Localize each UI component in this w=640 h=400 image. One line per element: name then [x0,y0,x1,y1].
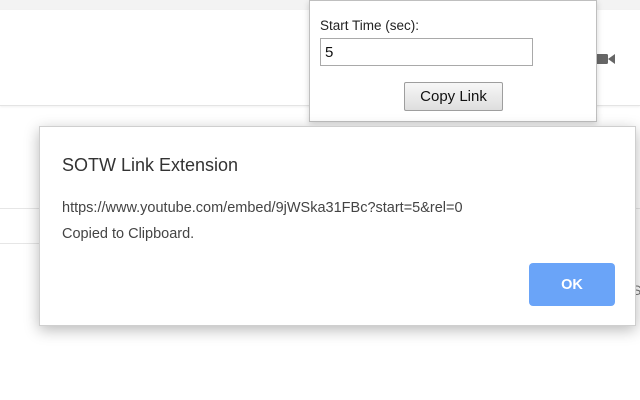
dialog-message: https://www.youtube.com/embed/9jWSka31FB… [62,195,612,247]
dialog-message-status: Copied to Clipboard. [62,226,195,242]
alert-dialog: SOTW Link Extension https://www.youtube.… [39,126,636,326]
dialog-title: SOTW Link Extension [62,155,239,175]
page: S Start Time (sec): Copy Link SOTW Link … [0,0,640,400]
video-camera-icon[interactable] [594,50,616,68]
ok-button[interactable]: OK [529,263,615,306]
extension-popup: Start Time (sec): Copy Link [309,0,597,122]
start-time-input[interactable] [320,38,533,66]
background-divider-short [0,243,40,244]
copy-link-button[interactable]: Copy Link [404,82,503,111]
start-time-label: Start Time (sec): [320,18,420,33]
dialog-message-url: https://www.youtube.com/embed/9jWSka31FB… [62,200,463,216]
